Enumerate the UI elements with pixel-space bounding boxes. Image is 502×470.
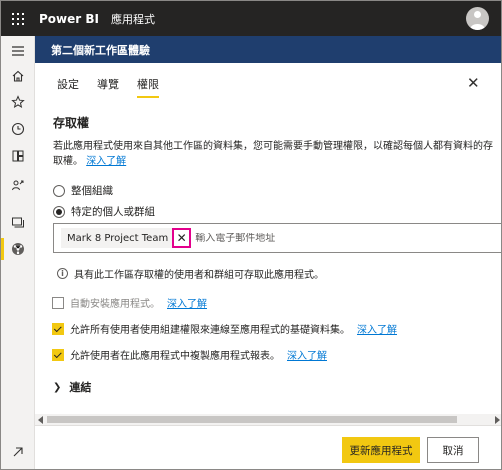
radio-button[interactable] xyxy=(53,184,65,197)
cancel-button[interactable]: 取消 xyxy=(427,437,479,463)
tab-permissions[interactable]: 權限 xyxy=(137,76,159,98)
checkbox-build-permission[interactable]: 允許所有使用者使用組建權限來連線至應用程式的基礎資料集。 深入了解 xyxy=(52,321,397,336)
connections-expander[interactable]: ❯ 連結 xyxy=(53,379,91,395)
section-title: 存取權 xyxy=(53,116,90,130)
people-picker[interactable]: Mark 8 Project Team ✕ xyxy=(53,223,501,253)
selected-group-chip: Mark 8 Project Team ✕ xyxy=(61,228,192,248)
access-description: 若此應用程式使用來自其他工作區的資料集，您可能需要手動管理權限，以確認每個人都有… xyxy=(53,139,493,169)
connections-label: 連結 xyxy=(69,381,92,394)
remove-chip-icon[interactable]: ✕ xyxy=(172,228,192,248)
radio-label: 特定的個人或群組 xyxy=(71,206,155,218)
app-name: 應用程式 xyxy=(110,12,155,26)
radio-specific-people[interactable]: 特定的個人或群組 xyxy=(53,204,155,219)
hamburger-icon[interactable] xyxy=(1,39,35,63)
learn-more-link[interactable]: 深入了解 xyxy=(357,321,397,336)
learn-more-link[interactable]: 深入了解 xyxy=(86,156,126,167)
workspace-title: 第二個新工作區體驗 xyxy=(51,43,150,57)
star-icon[interactable] xyxy=(1,90,35,114)
tab-settings[interactable]: 設定 xyxy=(57,76,79,98)
avatar-icon[interactable] xyxy=(466,7,489,30)
scroll-left-icon[interactable] xyxy=(38,416,43,424)
learn-more-link[interactable]: 深入了解 xyxy=(287,347,327,362)
apps-icon[interactable] xyxy=(1,144,35,168)
tab-navigation[interactable]: 導覽 xyxy=(97,76,119,98)
waffle-icon[interactable] xyxy=(1,1,35,36)
home-icon[interactable] xyxy=(1,64,35,88)
radio-label: 整個組織 xyxy=(71,185,113,197)
email-input[interactable] xyxy=(195,232,436,244)
radio-button[interactable] xyxy=(53,205,65,218)
checkbox[interactable] xyxy=(52,348,64,361)
close-icon[interactable]: ✕ xyxy=(467,74,480,92)
info-note: i 具有此工作區存取權的使用者和群組可存取此應用程式。 xyxy=(57,266,324,281)
clock-icon[interactable] xyxy=(1,117,35,141)
horizontal-scrollbar[interactable] xyxy=(35,414,501,425)
checkbox[interactable] xyxy=(52,296,64,309)
info-text: 具有此工作區存取權的使用者和群組可存取此應用程式。 xyxy=(74,270,324,281)
brand-name[interactable]: Power BI xyxy=(39,12,99,26)
workspace-header: 第二個新工作區體驗 xyxy=(35,36,501,63)
workspaces-icon[interactable] xyxy=(1,210,35,234)
radio-entire-org[interactable]: 整個組織 xyxy=(53,183,113,198)
footer-divider xyxy=(35,425,501,426)
current-workspace-icon[interactable] xyxy=(1,237,35,261)
update-app-button[interactable]: 更新應用程式 xyxy=(342,437,420,463)
checkbox-label: 允許所有使用者使用組建權限來連線至應用程式的基礎資料集。 xyxy=(70,325,350,336)
learn-more-link[interactable]: 深入了解 xyxy=(167,295,207,310)
app-window: Power BI 應用程式 第二個新工作區體驗 設定 導覽 權限 ✕ 存取權 若… xyxy=(0,0,502,470)
shared-icon[interactable] xyxy=(1,173,35,197)
top-bar: Power BI 應用程式 xyxy=(1,1,501,36)
expand-icon[interactable] xyxy=(1,440,35,464)
checkbox-copy-reports[interactable]: 允許使用者在此應用程式中複製應用程式報表。 深入了解 xyxy=(52,347,327,362)
scroll-right-icon[interactable] xyxy=(495,416,500,424)
tab-list: 設定 導覽 權限 xyxy=(57,76,159,98)
left-nav xyxy=(1,36,35,469)
scroll-thumb[interactable] xyxy=(47,416,457,423)
checkbox-auto-install[interactable]: 自動安裝應用程式。 深入了解 xyxy=(52,295,207,310)
chevron-right-icon[interactable]: ❯ xyxy=(53,382,61,393)
checkbox-label: 自動安裝應用程式。 xyxy=(70,299,160,310)
info-icon: i xyxy=(57,268,68,279)
checkbox-label: 允許使用者在此應用程式中複製應用程式報表。 xyxy=(70,351,280,362)
chip-label: Mark 8 Project Team xyxy=(67,232,169,244)
checkbox[interactable] xyxy=(52,322,64,335)
